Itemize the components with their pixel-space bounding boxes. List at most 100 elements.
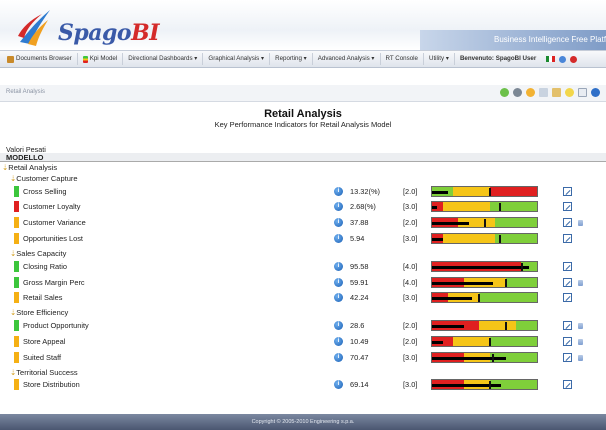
gauge-target-marker (504, 321, 507, 330)
kpi-info-icon[interactable]: i (334, 261, 343, 271)
open-detail-icon[interactable] (563, 336, 572, 346)
kpi-weight: [3.0] (403, 380, 418, 389)
menu-rt-console[interactable]: RT Console (381, 53, 424, 65)
kpi-name[interactable]: Closing Ratio (23, 262, 67, 271)
open-detail-icon[interactable] (563, 380, 572, 389)
kpi-name[interactable]: Store Appeal (23, 337, 65, 346)
kpi-note-icon[interactable] (578, 354, 583, 361)
app-header: SpagoBI Business Intelligence Free Platf… (0, 0, 606, 50)
menu-kpi-model[interactable]: Kpi Model (78, 53, 124, 65)
kpi-value: 69.14 (350, 380, 369, 389)
refresh-icon[interactable] (500, 88, 509, 97)
italian-flag-icon[interactable] (546, 56, 556, 62)
breadcrumb[interactable]: Retail Analysis (6, 89, 45, 95)
settings-icon[interactable] (513, 88, 522, 97)
send-icon[interactable] (578, 88, 587, 97)
gauge-range-green (516, 320, 537, 330)
kpi-bullet-gauge (431, 260, 538, 272)
gauge-actual-bar (432, 190, 448, 194)
tree-group[interactable]: ⇣Customer Capture (10, 174, 78, 183)
notes-icon[interactable] (526, 88, 535, 97)
export-icon[interactable] (552, 88, 561, 97)
spagobi-logo[interactable]: SpagoBI (14, 6, 159, 46)
kpi-info-icon[interactable]: i (334, 186, 343, 196)
help-icon[interactable] (559, 55, 567, 63)
kpi-weight: [2.0] (403, 218, 418, 228)
kpi-info-icon[interactable]: i (334, 380, 343, 389)
kpi-bullet-gauge (431, 276, 538, 288)
kpi-name[interactable]: Cross Selling (23, 187, 67, 196)
logo-text: SpagoBI (58, 20, 159, 46)
kpi-name[interactable]: Gross Margin Perc (23, 278, 85, 287)
kpi-info-icon[interactable]: i (334, 336, 343, 346)
kpi-info-icon[interactable]: i (334, 320, 343, 330)
kpi-bullet-gauge (431, 292, 538, 304)
status-semaphore (14, 351, 19, 363)
kpi-value: 10.49 (350, 336, 369, 346)
gauge-actual-bar (432, 356, 506, 360)
menu-utility[interactable]: Utility ▾ (424, 53, 455, 65)
kpi-name[interactable]: Customer Loyalty (23, 202, 81, 211)
open-detail-icon[interactable] (563, 218, 572, 228)
status-semaphore (14, 185, 19, 197)
open-detail-icon[interactable] (563, 320, 572, 330)
open-detail-icon[interactable] (563, 261, 572, 271)
info-icon[interactable] (591, 88, 600, 97)
tree-root[interactable]: ⇣Retail Analysis (2, 163, 57, 172)
kpi-bullet-gauge (431, 351, 538, 363)
kpi-info-icon[interactable]: i (334, 202, 343, 212)
kpi-note-icon[interactable] (578, 322, 583, 329)
open-detail-icon[interactable] (563, 277, 572, 287)
kpi-weight: [4.0] (403, 277, 418, 287)
kpi-name[interactable]: Customer Variance (23, 218, 86, 227)
open-detail-icon[interactable] (563, 202, 572, 212)
gauge-actual-bar (432, 238, 443, 242)
favorite-icon[interactable] (565, 88, 574, 97)
gauge-actual-bar (432, 340, 443, 344)
menu-graphical-analysis[interactable]: Graphical Analysis ▾ (203, 53, 271, 65)
document-toolbar: Retail Analysis (0, 85, 606, 102)
kpi-weight: [3.0] (403, 202, 418, 212)
kpi-weight: [4.0] (403, 261, 418, 271)
open-detail-icon[interactable] (563, 234, 572, 244)
tree-group[interactable]: ⇣Store Efficiency (10, 308, 68, 317)
kpi-name[interactable]: Retail Sales (23, 293, 62, 302)
print-icon[interactable] (539, 88, 548, 97)
kpi-info-icon[interactable]: i (334, 234, 343, 244)
logout-icon[interactable] (570, 55, 578, 63)
kpi-info-icon[interactable]: i (334, 293, 343, 303)
kpi-value: 28.6 (350, 320, 365, 330)
open-detail-icon[interactable] (563, 293, 572, 303)
tree-group[interactable]: ⇣Territorial Success (10, 368, 78, 377)
menu-documents-browser[interactable]: Documents Browser (2, 53, 78, 65)
kpi-name[interactable]: Suited Staff (23, 353, 61, 362)
kpi-name[interactable]: Store Distribution (23, 380, 80, 389)
status-semaphore (14, 379, 19, 390)
gauge-target-marker (499, 235, 502, 244)
gauge-range-green (489, 202, 537, 212)
open-detail-icon[interactable] (563, 352, 572, 362)
kpi-value: 13.32(%) (350, 186, 380, 196)
kpi-note-icon[interactable] (578, 338, 583, 345)
open-detail-icon[interactable] (563, 186, 572, 196)
kpi-note-icon[interactable] (578, 220, 583, 227)
kpi-bullet-gauge (431, 335, 538, 347)
kpi-info-icon[interactable]: i (334, 352, 343, 362)
kpi-bullet-gauge (431, 233, 538, 245)
tree-group[interactable]: ⇣Sales Capacity (10, 249, 66, 258)
gauge-target-marker (491, 353, 494, 362)
menu-reporting[interactable]: Reporting ▾ (270, 53, 313, 65)
kpi-note-icon[interactable] (578, 279, 583, 286)
kpi-bullet-gauge (431, 319, 538, 331)
kpi-weight: [2.0] (403, 186, 418, 196)
documents-icon (7, 55, 14, 63)
gauge-range-red (489, 186, 537, 196)
kpi-name[interactable]: Opportunities Lost (23, 234, 83, 243)
kpi-info-icon[interactable]: i (334, 218, 343, 228)
kpi-weight: [3.0] (403, 293, 418, 303)
kpi-name[interactable]: Product Opportunity (23, 321, 89, 330)
menu-advanced-analysis[interactable]: Advanced Analysis ▾ (313, 53, 381, 65)
kpi-icon (82, 55, 88, 63)
kpi-info-icon[interactable]: i (334, 277, 343, 287)
menu-directional-dashboards[interactable]: Directional Dashboards ▾ (123, 53, 204, 65)
